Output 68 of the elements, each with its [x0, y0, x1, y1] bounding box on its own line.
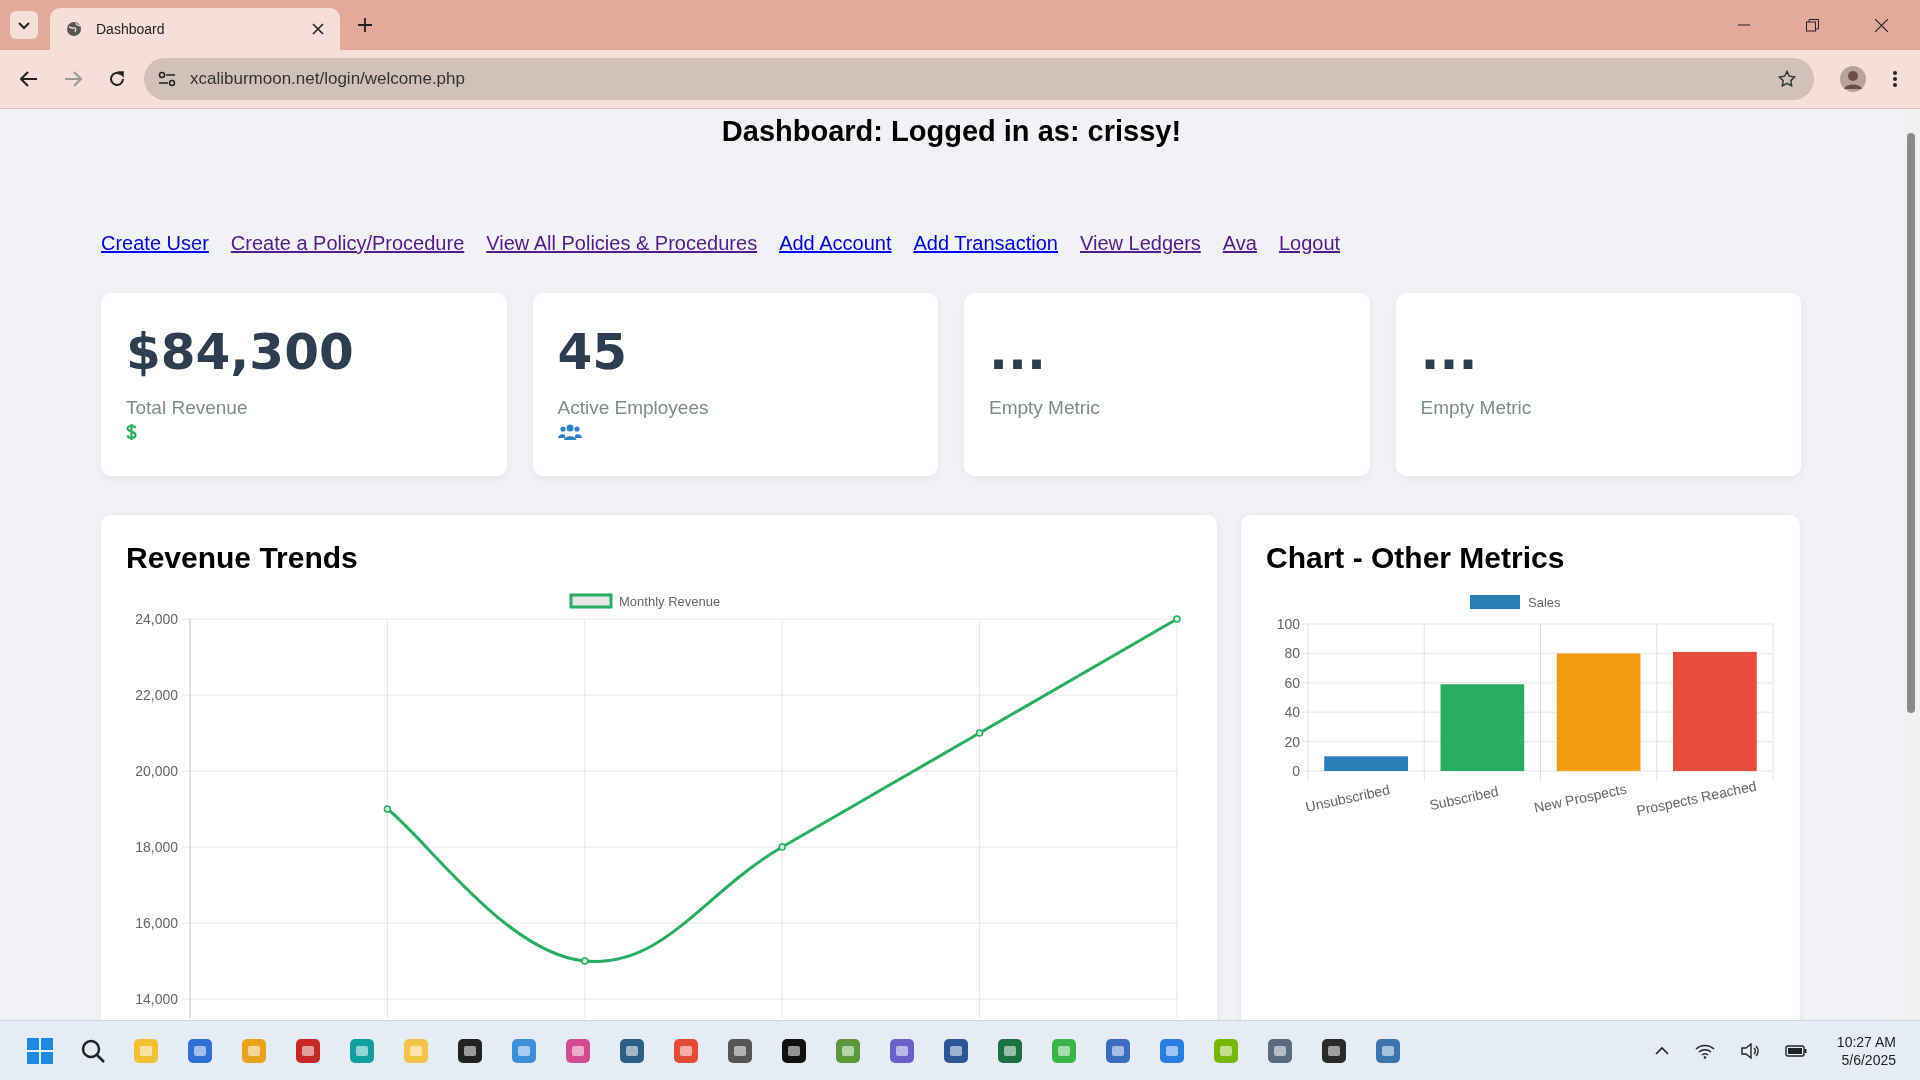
- axis-category-label: New Prospects: [1532, 780, 1628, 816]
- star-icon[interactable]: [1778, 70, 1796, 88]
- chevron-down-icon[interactable]: [10, 11, 38, 39]
- stat-label: Empty Metric: [1420, 397, 1533, 419]
- axis-tick-label: 20: [1284, 733, 1300, 750]
- speaker-icon[interactable]: [1740, 1042, 1759, 1059]
- chart-title: Chart - Other Metrics: [1266, 541, 1566, 575]
- clock-time[interactable]: 10:27 AM: [1836, 1033, 1896, 1050]
- legend-label: Monthly Revenue: [619, 594, 721, 609]
- stat-value: $84,300: [126, 323, 355, 383]
- users-icon: [557, 423, 582, 441]
- windows-logo-icon[interactable]: [26, 1036, 54, 1065]
- stat-label: Total Revenue: [126, 397, 249, 419]
- chart-title: Revenue Trends: [126, 541, 359, 575]
- data-point: [1173, 615, 1181, 623]
- page-title: Dashboard: Logged in as: crissy!: [720, 115, 1183, 148]
- axis-tick-label: 80: [1284, 645, 1300, 662]
- avatar-icon[interactable]: [1840, 66, 1866, 92]
- tab-title: Dashboard: [96, 21, 166, 37]
- axis-tick-label: 60: [1284, 674, 1300, 691]
- legend-label: Sales: [1528, 595, 1562, 610]
- axis-tick-label: 100: [1276, 616, 1300, 632]
- axis-tick-label: 0: [1292, 763, 1300, 779]
- reload-icon[interactable]: [108, 70, 126, 88]
- nav-link[interactable]: Ava: [1222, 232, 1257, 255]
- site-settings-icon[interactable]: [158, 71, 176, 87]
- axis-tick-label: 18,000: [135, 839, 178, 855]
- restore-icon[interactable]: [1806, 18, 1819, 32]
- stat-label: Empty Metric: [989, 397, 1101, 419]
- nav-link[interactable]: Add Account: [779, 232, 892, 255]
- close-icon[interactable]: [312, 23, 324, 35]
- axis-tick-label: 20,000: [135, 763, 178, 779]
- nav-link[interactable]: View Ledgers: [1080, 232, 1201, 255]
- search-icon[interactable]: [80, 1037, 106, 1064]
- battery-icon[interactable]: [1784, 1043, 1807, 1058]
- url-text: xcaliburmoon.net/login/welcome.php: [190, 69, 466, 89]
- data-point: [383, 805, 392, 813]
- stat-label: Active Employees: [557, 397, 710, 419]
- stat-value: ...: [1420, 323, 1479, 383]
- data-point: [778, 843, 786, 851]
- data-point: [975, 729, 984, 737]
- wifi-icon[interactable]: [1694, 1042, 1715, 1059]
- stat-value: 45: [557, 323, 629, 383]
- globe-icon: [66, 21, 82, 37]
- caret-up-icon[interactable]: [1654, 1045, 1669, 1056]
- close-icon[interactable]: [1875, 18, 1888, 32]
- chart-legend[interactable]: Monthly Revenue: [569, 593, 721, 609]
- data-point: [581, 957, 589, 965]
- more-menu-icon[interactable]: [1892, 70, 1898, 88]
- dollar-icon: [126, 423, 137, 441]
- nav-link[interactable]: Create User: [101, 232, 209, 255]
- back-arrow-icon[interactable]: [20, 71, 38, 87]
- stat-value: ...: [989, 323, 1047, 383]
- axis-tick-label: 22,000: [135, 687, 178, 703]
- browser-tab[interactable]: Dashboard: [50, 8, 340, 50]
- axis-tick-label: 24,000: [135, 611, 178, 627]
- axis-tick-label: 14,000: [135, 991, 178, 1007]
- axis-tick-label: 40: [1284, 704, 1300, 721]
- nav-link[interactable]: Add Transaction: [913, 232, 1058, 255]
- clock-date[interactable]: 5/6/2025: [1841, 1051, 1896, 1068]
- scrollbar[interactable]: [1902, 109, 1920, 1020]
- nav-link[interactable]: Create a Policy/Procedure: [230, 232, 465, 255]
- axis-tick-label: 16,000: [135, 915, 178, 931]
- nav-link[interactable]: Logout: [1278, 232, 1341, 255]
- nav-link[interactable]: View All Policies & Procedures: [486, 232, 758, 255]
- axis-category-label: Prospects Reached: [1635, 777, 1758, 819]
- address-bar[interactable]: xcaliburmoon.net/login/welcome.php: [144, 58, 1814, 100]
- plus-icon[interactable]: [358, 18, 372, 32]
